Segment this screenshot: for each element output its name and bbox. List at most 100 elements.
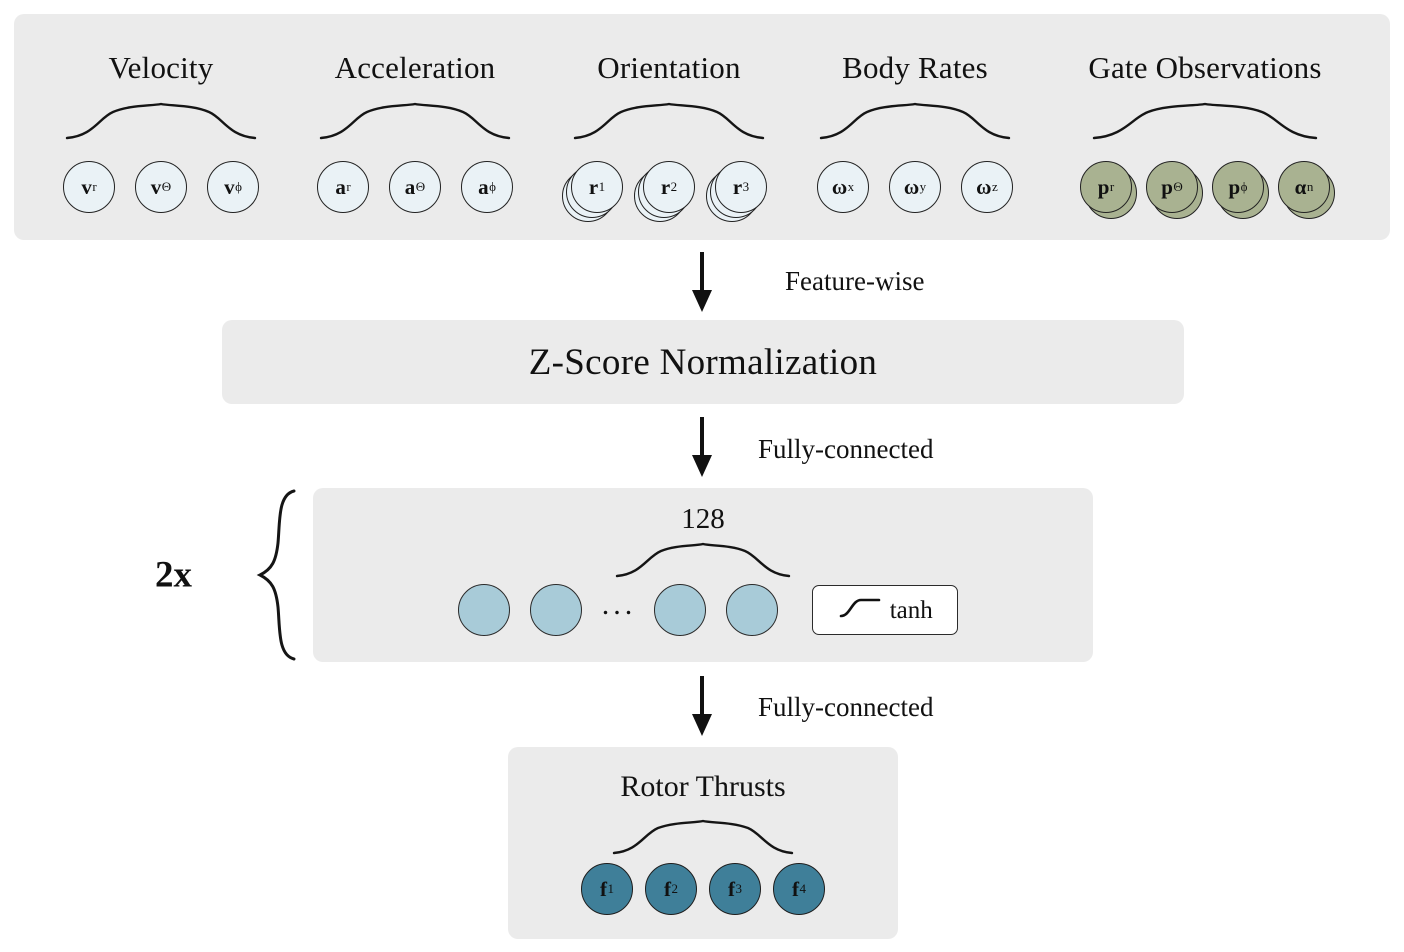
node-base-label: p	[1097, 174, 1110, 199]
node-base-label: p	[1228, 174, 1241, 199]
input-node[interactable]: ωx	[817, 161, 869, 213]
input-node[interactable]: r2	[634, 161, 695, 222]
input-node[interactable]: vϕ	[207, 161, 259, 213]
node-sub-label: ϕ	[489, 179, 496, 195]
normalization-label: Z-Score Normalization	[528, 341, 878, 383]
node-base-label: v	[224, 174, 235, 199]
node-disc: f3	[709, 863, 761, 915]
input-node-row: vr vΘ vϕ	[24, 161, 298, 213]
curly-brace-icon	[571, 102, 767, 145]
node-base-label: a	[404, 174, 416, 199]
node-sub-label: 1	[598, 179, 606, 195]
input-node[interactable]: ar	[317, 161, 369, 213]
hidden-node[interactable]	[529, 584, 582, 636]
input-group-gate-observations: Gate Observations pr pΘ p ϕ α n	[1030, 14, 1380, 240]
node-sub-label: z	[992, 179, 998, 195]
input-node[interactable]: αn	[1278, 161, 1335, 219]
node-sub-label: ϕ	[1240, 179, 1248, 195]
node-base-label: v	[150, 174, 162, 199]
node-base-label: r	[660, 174, 671, 199]
hidden-node[interactable]	[726, 584, 779, 636]
input-node[interactable]: vΘ	[135, 161, 187, 213]
node-disc: f2	[645, 863, 697, 915]
node-base-label: ω	[831, 174, 848, 199]
node-sub-label: 1	[607, 881, 614, 897]
activation-function-label: tanh	[889, 596, 933, 624]
hidden-layer-panel: 128 ... tanh	[313, 488, 1093, 662]
output-node[interactable]: f2	[645, 863, 697, 915]
input-group-acceleration: Acceleration ar aΘ a ϕ	[278, 14, 552, 240]
node-disc: ωz	[961, 161, 1013, 213]
node-base-label: a	[478, 174, 489, 199]
hidden-nodes-ellipsis: ...	[601, 588, 637, 621]
hidden-node[interactable]	[654, 584, 707, 636]
input-node[interactable]: ωz	[961, 161, 1013, 213]
node-disc: aϕ	[461, 161, 513, 213]
node-sub-label: Θ	[415, 179, 426, 195]
node-disc	[654, 584, 707, 636]
repeat-indicator: 2x	[155, 487, 300, 663]
curly-brace-icon	[610, 819, 796, 860]
hidden-node-row: ... tanh	[313, 584, 1093, 636]
node-sub-label: r	[92, 179, 97, 195]
node-base-label: a	[335, 174, 346, 199]
node-base-label: α	[1294, 174, 1307, 199]
curly-brace-icon	[613, 542, 793, 583]
node-disc	[529, 584, 582, 636]
node-base-label: ω	[903, 174, 920, 199]
input-node[interactable]: pϕ	[1212, 161, 1269, 219]
input-node[interactable]: ωy	[889, 161, 941, 213]
output-layer-title: Rotor Thrusts	[620, 770, 786, 803]
input-group-body-rates: Body Rates ωx ωy ω z	[778, 14, 1052, 240]
node-sub-label: n	[1306, 179, 1314, 195]
node-disc: r2	[643, 161, 695, 213]
input-node-row: r1 r2 r3	[532, 161, 806, 222]
activation-function-box[interactable]: tanh	[812, 585, 959, 635]
node-disc: pr	[1080, 161, 1132, 213]
node-sub-label: 3	[735, 881, 742, 897]
large-curly-brace-icon	[254, 487, 300, 668]
node-disc: ωy	[889, 161, 941, 213]
input-group-title: Gate Observations	[1088, 50, 1322, 85]
node-base-label: f	[727, 876, 735, 901]
diagram-canvas: Velocity vr vΘ v ϕ Acceleration a r a Θ …	[0, 0, 1404, 952]
node-disc: ωx	[817, 161, 869, 213]
input-node[interactable]: pΘ	[1146, 161, 1203, 219]
node-disc: r3	[715, 161, 767, 213]
node-sub-label: r	[1109, 179, 1115, 195]
output-node-row: f1 f2 f3 f4	[508, 863, 898, 915]
arrow-label-feature-wise: Feature-wise	[785, 266, 925, 296]
output-node[interactable]: f3	[709, 863, 761, 915]
output-node[interactable]: f1	[581, 863, 633, 915]
tanh-curve-icon	[838, 595, 882, 626]
node-base-label: r	[732, 174, 743, 199]
node-disc: pΘ	[1146, 161, 1198, 213]
hidden-node[interactable]	[457, 584, 510, 636]
node-disc: r1	[571, 161, 623, 213]
input-group-title: Orientation	[597, 50, 741, 85]
node-sub-label: r	[346, 179, 351, 195]
input-node[interactable]: r3	[706, 161, 767, 222]
curly-brace-icon	[63, 102, 259, 145]
repeat-count-label: 2x	[155, 554, 192, 596]
input-node[interactable]: aΘ	[389, 161, 441, 213]
node-base-label: v	[81, 174, 92, 199]
input-node[interactable]: aϕ	[461, 161, 513, 213]
input-node[interactable]: pr	[1080, 161, 1137, 219]
node-sub-label: x	[847, 179, 855, 195]
arrow-normalization-to-hidden	[687, 417, 717, 484]
input-node[interactable]: r1	[562, 161, 623, 222]
node-disc: αn	[1278, 161, 1330, 213]
node-sub-label: ϕ	[235, 179, 242, 195]
normalization-block[interactable]: Z-Score Normalization	[222, 320, 1184, 404]
node-sub-label: y	[919, 179, 927, 195]
node-sub-label: 3	[742, 179, 750, 195]
input-node[interactable]: vr	[63, 161, 115, 213]
node-base-label: f	[663, 876, 671, 901]
output-node[interactable]: f4	[773, 863, 825, 915]
node-base-label: f	[599, 876, 607, 901]
hidden-units-label: 128	[681, 503, 725, 535]
input-group-title: Acceleration	[334, 50, 496, 85]
arrow-label-fully-connected-2: Fully-connected	[758, 692, 934, 722]
node-disc	[457, 584, 510, 636]
